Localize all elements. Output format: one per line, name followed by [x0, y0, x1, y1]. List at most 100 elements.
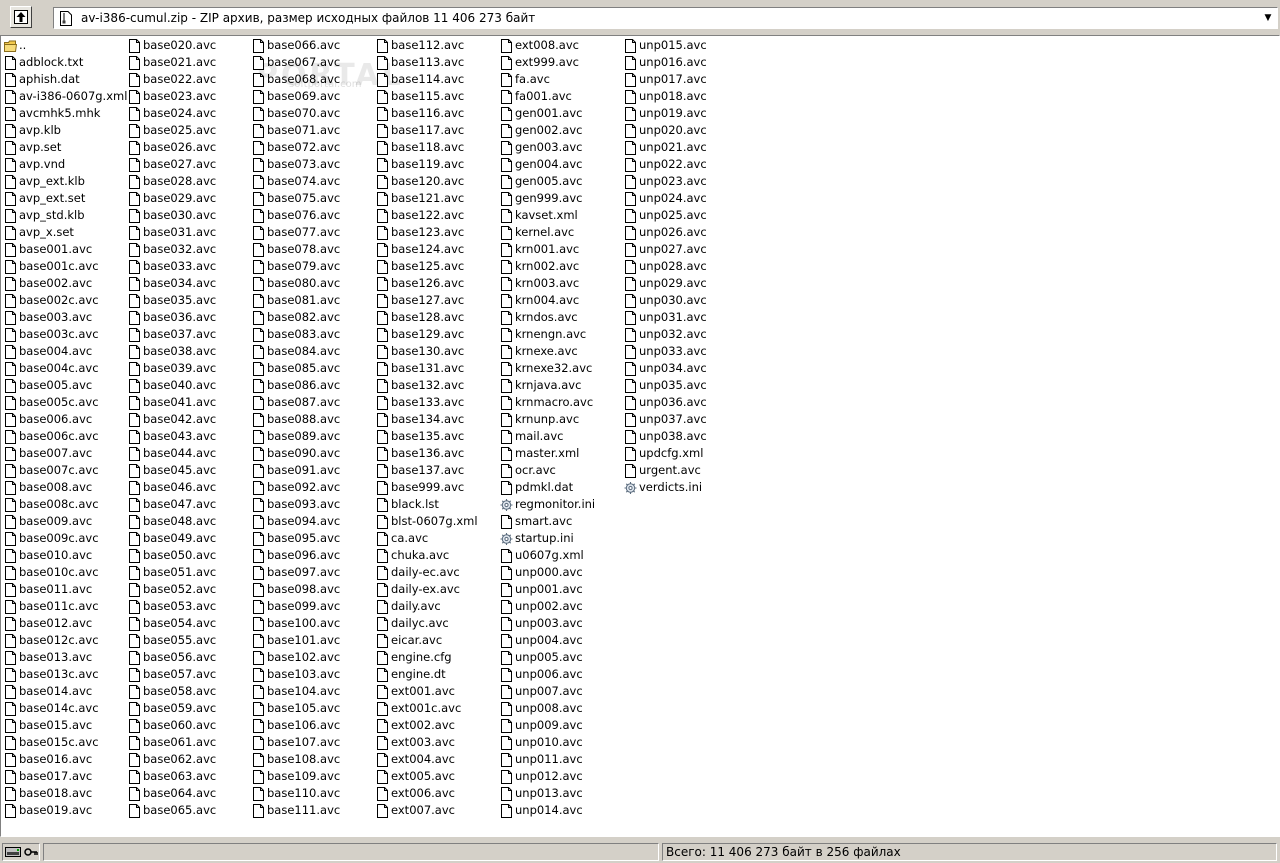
file-item[interactable]: base121.avc	[376, 190, 500, 207]
file-item[interactable]: base021.avc	[128, 54, 252, 71]
file-item[interactable]: base049.avc	[128, 530, 252, 547]
file-item[interactable]: base041.avc	[128, 394, 252, 411]
file-item[interactable]: unp030.avc	[624, 292, 748, 309]
file-item[interactable]: base067.avc	[252, 54, 376, 71]
file-item[interactable]: base005.avc	[4, 377, 128, 394]
file-item[interactable]: unp005.avc	[500, 649, 624, 666]
file-item[interactable]: base096.avc	[252, 547, 376, 564]
path-bar[interactable]: av-i386-cumul.zip - ZIP архив, размер ис…	[53, 7, 1278, 29]
file-item[interactable]: base125.avc	[376, 258, 500, 275]
file-item[interactable]: base037.avc	[128, 326, 252, 343]
file-item[interactable]: krn001.avc	[500, 241, 624, 258]
file-item[interactable]: base010c.avc	[4, 564, 128, 581]
file-item[interactable]: krnexe.avc	[500, 343, 624, 360]
file-item[interactable]: unp032.avc	[624, 326, 748, 343]
file-item[interactable]: base061.avc	[128, 734, 252, 751]
file-item[interactable]: base022.avc	[128, 71, 252, 88]
file-item[interactable]: base078.avc	[252, 241, 376, 258]
file-item[interactable]: base095.avc	[252, 530, 376, 547]
file-item[interactable]: base083.avc	[252, 326, 376, 343]
file-item[interactable]: base013c.avc	[4, 666, 128, 683]
file-item[interactable]: base085.avc	[252, 360, 376, 377]
file-item[interactable]: base092.avc	[252, 479, 376, 496]
file-item[interactable]: daily-ec.avc	[376, 564, 500, 581]
file-item[interactable]: ca.avc	[376, 530, 500, 547]
file-item[interactable]: updcfg.xml	[624, 445, 748, 462]
file-item[interactable]: base102.avc	[252, 649, 376, 666]
file-item[interactable]: base044.avc	[128, 445, 252, 462]
file-item[interactable]: ext003.avc	[376, 734, 500, 751]
file-item[interactable]: base063.avc	[128, 768, 252, 785]
file-item[interactable]: base011c.avc	[4, 598, 128, 615]
file-item[interactable]: unp025.avc	[624, 207, 748, 224]
file-item[interactable]: base010.avc	[4, 547, 128, 564]
file-item[interactable]: base119.avc	[376, 156, 500, 173]
file-item[interactable]: ext008.avc	[500, 37, 624, 54]
file-item[interactable]: base074.avc	[252, 173, 376, 190]
file-item[interactable]: base081.avc	[252, 292, 376, 309]
file-item[interactable]: base066.avc	[252, 37, 376, 54]
file-item[interactable]: base048.avc	[128, 513, 252, 530]
file-item[interactable]: base001.avc	[4, 241, 128, 258]
file-item[interactable]: base005c.avc	[4, 394, 128, 411]
file-item[interactable]: base014.avc	[4, 683, 128, 700]
file-item[interactable]: base113.avc	[376, 54, 500, 71]
file-item[interactable]: base079.avc	[252, 258, 376, 275]
file-item[interactable]: unp006.avc	[500, 666, 624, 683]
file-item[interactable]: base068.avc	[252, 71, 376, 88]
file-item[interactable]: regmonitor.ini	[500, 496, 624, 513]
file-item[interactable]: unp036.avc	[624, 394, 748, 411]
file-item[interactable]: krnunp.avc	[500, 411, 624, 428]
file-item[interactable]: base999.avc	[376, 479, 500, 496]
file-item[interactable]: daily-ex.avc	[376, 581, 500, 598]
file-item[interactable]: base093.avc	[252, 496, 376, 513]
file-item[interactable]: base122.avc	[376, 207, 500, 224]
file-item[interactable]: unp022.avc	[624, 156, 748, 173]
file-item[interactable]: chuka.avc	[376, 547, 500, 564]
file-item[interactable]: unp010.avc	[500, 734, 624, 751]
file-item[interactable]: base012c.avc	[4, 632, 128, 649]
file-item[interactable]: base077.avc	[252, 224, 376, 241]
file-item[interactable]: krnjava.avc	[500, 377, 624, 394]
file-item[interactable]: unp023.avc	[624, 173, 748, 190]
file-item[interactable]: base118.avc	[376, 139, 500, 156]
file-item[interactable]: base132.avc	[376, 377, 500, 394]
file-item[interactable]: base080.avc	[252, 275, 376, 292]
file-item[interactable]: base039.avc	[128, 360, 252, 377]
file-item[interactable]: base027.avc	[128, 156, 252, 173]
file-item[interactable]: unp000.avc	[500, 564, 624, 581]
file-item[interactable]: avp_std.klb	[4, 207, 128, 224]
file-item[interactable]: base055.avc	[128, 632, 252, 649]
file-item[interactable]: ext001.avc	[376, 683, 500, 700]
up-folder-button[interactable]	[10, 6, 32, 28]
file-item[interactable]: base091.avc	[252, 462, 376, 479]
file-item[interactable]: engine.cfg	[376, 649, 500, 666]
file-item[interactable]: base007.avc	[4, 445, 128, 462]
file-item[interactable]: base045.avc	[128, 462, 252, 479]
file-item[interactable]: eicar.avc	[376, 632, 500, 649]
file-item[interactable]: base058.avc	[128, 683, 252, 700]
file-item[interactable]: unp029.avc	[624, 275, 748, 292]
file-item[interactable]: base003.avc	[4, 309, 128, 326]
file-item[interactable]: unp012.avc	[500, 768, 624, 785]
file-item[interactable]: unp009.avc	[500, 717, 624, 734]
file-item[interactable]: unp038.avc	[624, 428, 748, 445]
file-item[interactable]: smart.avc	[500, 513, 624, 530]
file-item[interactable]: pdmkl.dat	[500, 479, 624, 496]
file-item[interactable]: base133.avc	[376, 394, 500, 411]
file-item[interactable]: base136.avc	[376, 445, 500, 462]
file-item[interactable]: base026.avc	[128, 139, 252, 156]
file-item[interactable]: base008c.avc	[4, 496, 128, 513]
file-item[interactable]: base053.avc	[128, 598, 252, 615]
file-item[interactable]: base004c.avc	[4, 360, 128, 377]
file-item[interactable]: base134.avc	[376, 411, 500, 428]
file-item[interactable]: base047.avc	[128, 496, 252, 513]
file-item[interactable]: base056.avc	[128, 649, 252, 666]
file-item[interactable]: base006.avc	[4, 411, 128, 428]
file-item[interactable]: base012.avc	[4, 615, 128, 632]
file-item[interactable]: base002c.avc	[4, 292, 128, 309]
file-item[interactable]: base116.avc	[376, 105, 500, 122]
file-item[interactable]: base015c.avc	[4, 734, 128, 751]
file-item[interactable]: krn004.avc	[500, 292, 624, 309]
file-item[interactable]: verdicts.ini	[624, 479, 748, 496]
